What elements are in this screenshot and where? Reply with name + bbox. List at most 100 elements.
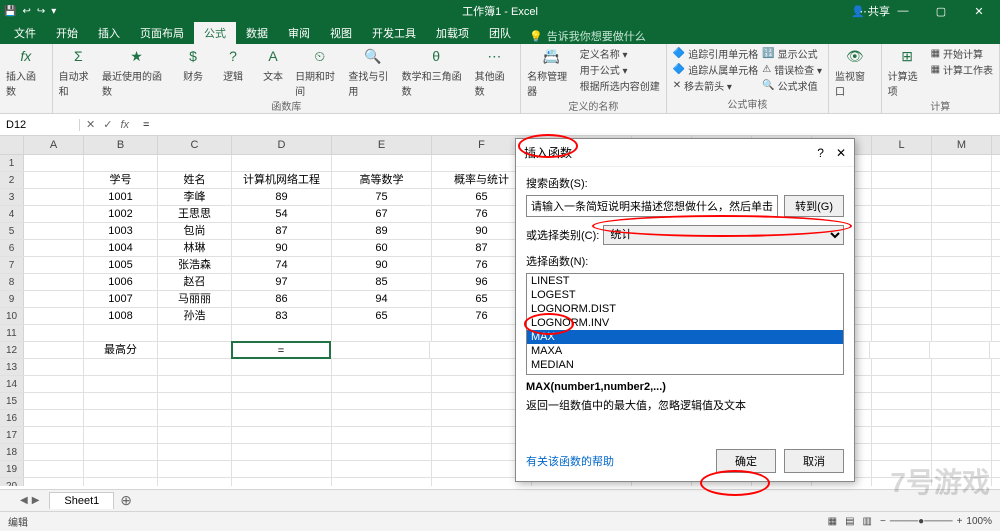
select-all-corner[interactable]: [0, 136, 24, 154]
cell-E19[interactable]: [332, 461, 432, 477]
calculate-sheet-button[interactable]: ▦ 计算工作表: [931, 62, 993, 77]
cell-D15[interactable]: [232, 393, 332, 409]
cell-M12[interactable]: [930, 342, 990, 358]
view-page-icon[interactable]: ▤: [845, 516, 854, 527]
zoom-out-icon[interactable]: −: [880, 516, 886, 527]
dialog-close-icon[interactable]: ✕: [836, 146, 846, 160]
cell-D16[interactable]: [232, 410, 332, 426]
cell-C7[interactable]: 张浩森: [158, 257, 232, 273]
calc-options-button[interactable]: ⊞ 计算选项: [888, 46, 927, 98]
cell-M13[interactable]: [932, 359, 992, 375]
function-item-LOGNORM.DIST[interactable]: LOGNORM.DIST: [527, 302, 843, 316]
ribbon-item-逻辑[interactable]: ?逻辑: [215, 46, 251, 98]
trace-precedents-button[interactable]: 🔷 追踪引用单元格: [673, 46, 758, 61]
search-function-input[interactable]: [526, 195, 778, 217]
cell-E8[interactable]: 85: [332, 274, 432, 290]
cell-M6[interactable]: [932, 240, 992, 256]
cell-E14[interactable]: [332, 376, 432, 392]
column-header-B[interactable]: B: [84, 136, 158, 154]
cell-M5[interactable]: [932, 223, 992, 239]
cell-D7[interactable]: 74: [232, 257, 332, 273]
cell-A2[interactable]: [24, 172, 84, 188]
cell-B16[interactable]: [84, 410, 158, 426]
calculate-now-button[interactable]: ▦ 开始计算: [931, 46, 993, 61]
ribbon-item-查找与引用[interactable]: 🔍查找与引用: [348, 46, 397, 98]
cell-C15[interactable]: [158, 393, 232, 409]
cell-C2[interactable]: 姓名: [158, 172, 232, 188]
function-item-LOGEST[interactable]: LOGEST: [527, 288, 843, 302]
cell-E16[interactable]: [332, 410, 432, 426]
help-link[interactable]: 有关该函数的帮助: [526, 453, 614, 469]
row-header-3[interactable]: 3: [0, 189, 24, 205]
cell-A19[interactable]: [24, 461, 84, 477]
cell-E15[interactable]: [332, 393, 432, 409]
cell-M14[interactable]: [932, 376, 992, 392]
cell-D5[interactable]: 87: [232, 223, 332, 239]
cell-D1[interactable]: [232, 155, 332, 171]
close-button[interactable]: ✕: [962, 5, 996, 18]
cell-C5[interactable]: 包尚: [158, 223, 232, 239]
cell-M4[interactable]: [932, 206, 992, 222]
cell-C3[interactable]: 李峰: [158, 189, 232, 205]
cell-D17[interactable]: [232, 427, 332, 443]
cell-L4[interactable]: [872, 206, 932, 222]
cell-A16[interactable]: [24, 410, 84, 426]
cell-L1[interactable]: [872, 155, 932, 171]
row-header-14[interactable]: 14: [0, 376, 24, 392]
cell-A4[interactable]: [24, 206, 84, 222]
cell-C9[interactable]: 马丽丽: [158, 291, 232, 307]
cell-E7[interactable]: 90: [332, 257, 432, 273]
view-break-icon[interactable]: ▥: [863, 516, 872, 527]
add-sheet-button[interactable]: ⊕: [120, 492, 132, 509]
sheet-nav-next-icon[interactable]: ▶: [32, 495, 40, 506]
ribbon-item-财务[interactable]: $财务: [175, 46, 211, 98]
row-header-7[interactable]: 7: [0, 257, 24, 273]
tab-插入[interactable]: 插入: [88, 22, 130, 44]
define-name-button[interactable]: 定义名称 ▾: [580, 46, 660, 61]
cell-B2[interactable]: 学号: [84, 172, 158, 188]
cell-B7[interactable]: 1005: [84, 257, 158, 273]
tab-视图[interactable]: 视图: [320, 22, 362, 44]
cell-L13[interactable]: [872, 359, 932, 375]
cell-D18[interactable]: [232, 444, 332, 460]
cell-D11[interactable]: [232, 325, 332, 341]
cell-A15[interactable]: [24, 393, 84, 409]
cell-C13[interactable]: [158, 359, 232, 375]
cell-L10[interactable]: [872, 308, 932, 324]
cell-C11[interactable]: [158, 325, 232, 341]
column-header-A[interactable]: A: [24, 136, 84, 154]
cell-C6[interactable]: 林琳: [158, 240, 232, 256]
cell-M11[interactable]: [932, 325, 992, 341]
cell-E6[interactable]: 60: [332, 240, 432, 256]
cell-C4[interactable]: 王思思: [158, 206, 232, 222]
cell-D4[interactable]: 54: [232, 206, 332, 222]
row-header-8[interactable]: 8: [0, 274, 24, 290]
cell-L5[interactable]: [872, 223, 932, 239]
cell-M1[interactable]: [932, 155, 992, 171]
sheet-nav-prev-icon[interactable]: ◀: [20, 495, 28, 506]
cell-A3[interactable]: [24, 189, 84, 205]
cell-E10[interactable]: 65: [332, 308, 432, 324]
cell-B14[interactable]: [84, 376, 158, 392]
formula-input[interactable]: =: [137, 119, 994, 131]
cell-A8[interactable]: [24, 274, 84, 290]
cell-D2[interactable]: 计算机网络工程: [232, 172, 332, 188]
function-item-LINEST[interactable]: LINEST: [527, 274, 843, 288]
cell-M16[interactable]: [932, 410, 992, 426]
cell-C16[interactable]: [158, 410, 232, 426]
maximize-button[interactable]: ▢: [924, 5, 958, 18]
cell-C20[interactable]: [158, 478, 232, 486]
fx-icon[interactable]: fx: [120, 119, 129, 131]
row-header-20[interactable]: 20: [0, 478, 24, 486]
cell-L16[interactable]: [872, 410, 932, 426]
cell-A18[interactable]: [24, 444, 84, 460]
cell-B13[interactable]: [84, 359, 158, 375]
cell-B10[interactable]: 1008: [84, 308, 158, 324]
dialog-titlebar[interactable]: 插入函数 ? ✕: [516, 139, 854, 167]
enter-formula-icon[interactable]: ✓: [103, 118, 112, 131]
cell-M15[interactable]: [932, 393, 992, 409]
cell-D13[interactable]: [232, 359, 332, 375]
sheet-tab-sheet1[interactable]: Sheet1: [49, 492, 114, 509]
cell-D3[interactable]: 89: [232, 189, 332, 205]
cell-L19[interactable]: [872, 461, 932, 477]
